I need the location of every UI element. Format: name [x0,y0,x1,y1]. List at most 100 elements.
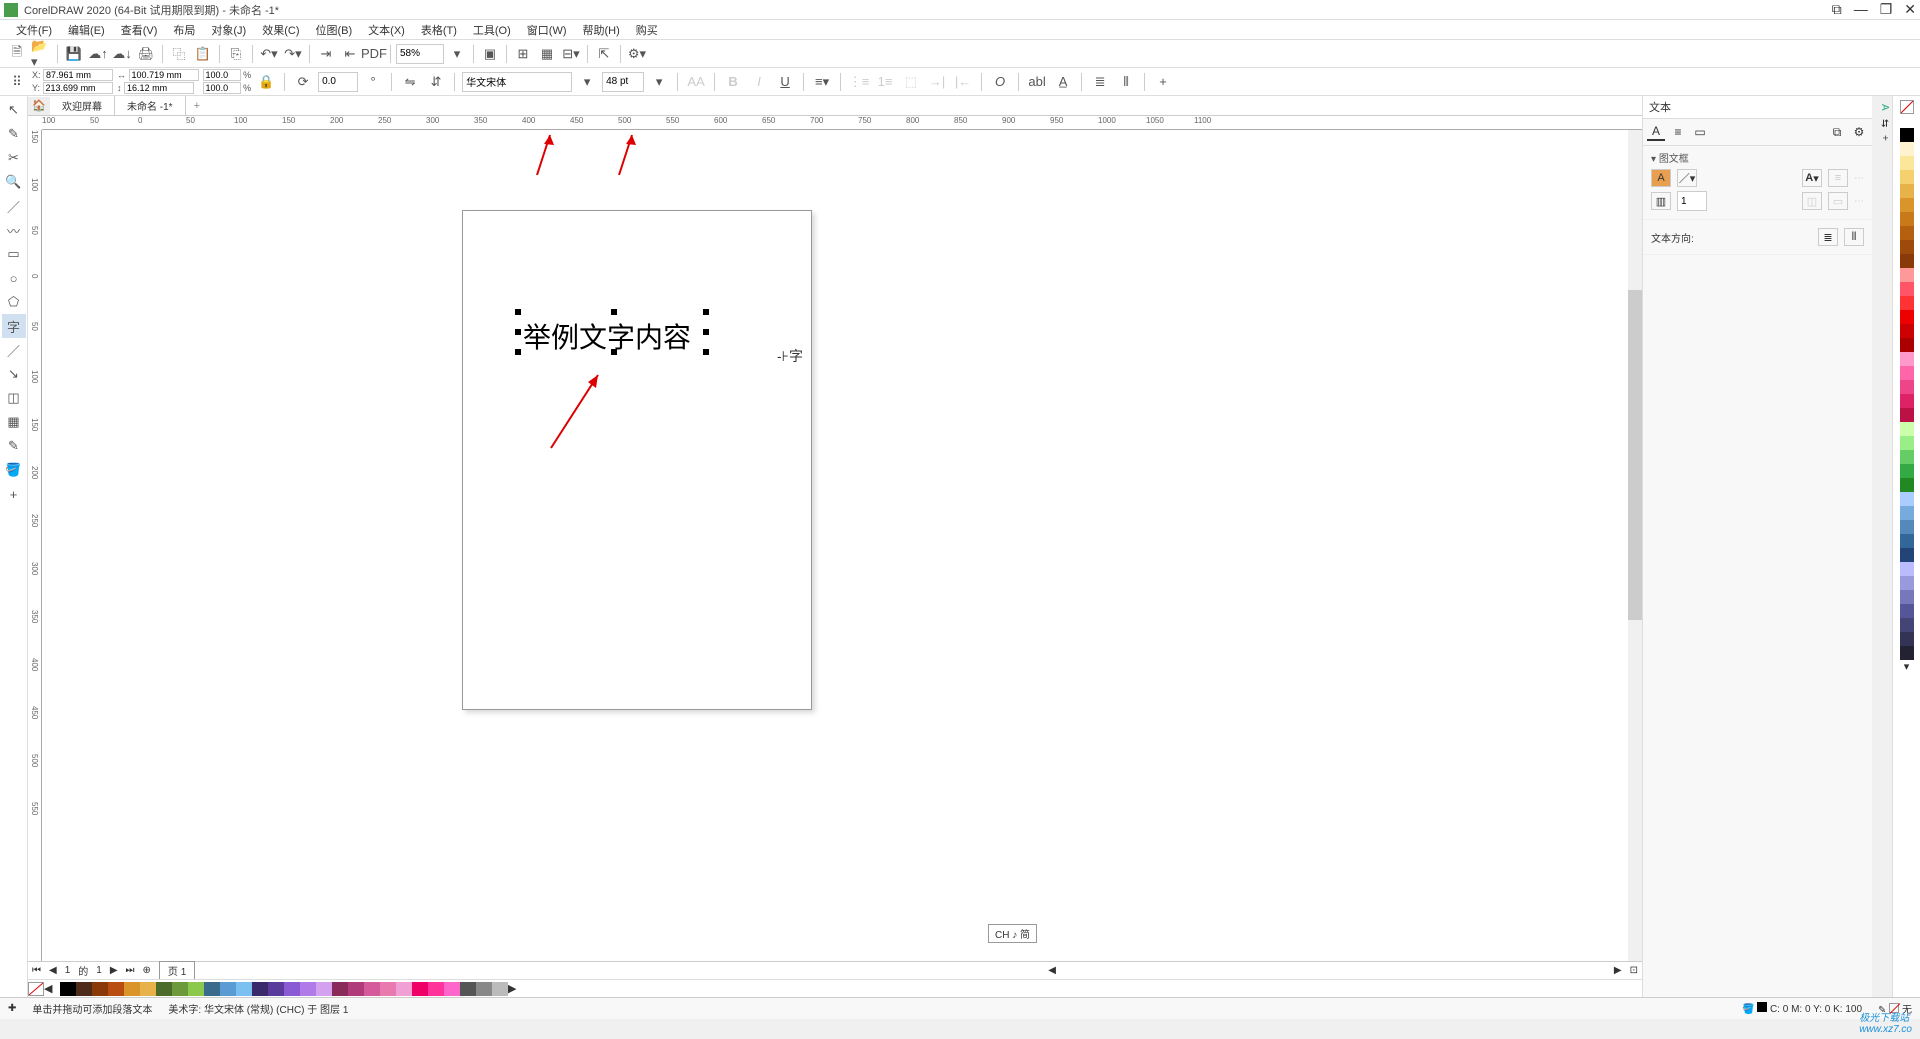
snap-icon[interactable]: ⊞ [512,43,534,65]
sel-handle-bm[interactable] [611,349,617,355]
palette-swatch[interactable] [1900,520,1914,534]
fullscreen-icon[interactable]: ▣ [479,43,501,65]
import-icon[interactable]: ⇥ [315,43,337,65]
shape-tool-icon[interactable]: ✎ [2,122,26,146]
font-size-input[interactable] [602,72,644,92]
guides-icon[interactable]: ⊟▾ [560,43,582,65]
palette-swatch[interactable] [1900,338,1914,352]
mirror-v-icon[interactable]: ⇵ [425,71,447,93]
colorbar-swatch[interactable] [476,982,492,996]
scrollbar-vertical[interactable] [1628,130,1642,961]
frame-align-icon[interactable]: ≡ [1828,169,1848,187]
menu-help[interactable]: 帮助(H) [575,22,628,38]
palette-swatch[interactable] [1900,576,1914,590]
zoom-dropdown-icon[interactable]: ▾ [446,43,468,65]
colorbar-swatch[interactable] [236,982,252,996]
menu-buy[interactable]: 购买 [628,22,666,38]
colorbar-swatch[interactable] [300,982,316,996]
colorbar-swatch[interactable] [252,982,268,996]
palette-nav-right-icon[interactable]: ▶ [508,982,524,996]
palette-swatch[interactable] [1900,464,1914,478]
menu-file[interactable]: 文件(F) [8,22,60,38]
italic-icon[interactable]: I [748,71,770,93]
palette-swatch[interactable] [1900,394,1914,408]
new-icon[interactable]: 🗎 [6,43,28,65]
sel-handle-mr[interactable] [703,329,709,335]
hscroll-left-icon[interactable]: ◀ [1044,965,1060,976]
frame-fill-swatch-icon[interactable]: A [1651,169,1671,187]
cloud-up-icon[interactable]: ☁↑ [87,43,109,65]
palette-swatch[interactable] [1900,114,1914,128]
scale-y-input[interactable] [203,82,241,94]
panel-tab-char-icon[interactable]: A [1647,123,1665,141]
plus-tool-icon[interactable]: + [2,482,26,506]
colorbar-swatch[interactable] [316,982,332,996]
palette-swatch[interactable] [1900,380,1914,394]
zoom-input[interactable] [396,44,444,64]
palette-swatch[interactable] [1900,282,1914,296]
palette-swatch[interactable] [1900,352,1914,366]
sel-handle-ml[interactable] [515,329,521,335]
abl-icon[interactable]: abl [1026,71,1048,93]
palette-swatch[interactable] [1900,324,1914,338]
font-dropdown-icon[interactable]: ▾ [576,71,598,93]
align-icon[interactable]: ≡▾ [811,71,833,93]
colorbar-swatch[interactable] [76,982,92,996]
palette-down-icon[interactable]: ▾ [1900,660,1914,674]
scrollbar-thumb[interactable] [1628,290,1642,620]
dropcap-icon[interactable]: ⬚ [900,71,922,93]
direction-ttb-icon[interactable]: ⦀ [1844,228,1864,246]
palette-swatch[interactable] [1900,422,1914,436]
indent-dec-icon[interactable]: |← [952,71,974,93]
palette-swatch[interactable] [1900,240,1914,254]
sample-text-object[interactable]: 举例文字内容 [523,316,691,356]
fill-tool-icon[interactable]: 🪣 [2,458,26,482]
colorbar-swatch[interactable] [188,982,204,996]
menu-window[interactable]: 窗口(W) [519,22,575,38]
menu-object[interactable]: 对象(J) [203,22,254,38]
hscroll-right-icon[interactable]: ▶ [1610,965,1626,976]
column-opt-icon[interactable]: ▭ [1828,192,1848,210]
pick-tool-icon[interactable]: ↖ [2,98,26,122]
palette-swatch[interactable] [1900,548,1914,562]
page-first-icon[interactable]: ⏮ [28,965,45,976]
colorbar-swatch[interactable] [284,982,300,996]
zoom-tool-icon[interactable]: 🔍 [2,170,26,194]
palette-swatch[interactable] [1900,268,1914,282]
colorbar-swatch[interactable] [380,982,396,996]
palette-swatch[interactable] [1900,254,1914,268]
tab-document[interactable]: 未命名 -1* [115,96,186,115]
colorbar-swatch[interactable] [92,982,108,996]
colorbar-swatch[interactable] [444,982,460,996]
size-dropdown-icon[interactable]: ▾ [648,71,670,93]
page-next-icon[interactable]: ▶ [106,965,122,976]
ruler-vertical[interactable]: 1501005005010015020025030035040045050055… [28,130,42,961]
scale-x-input[interactable] [203,69,241,81]
palette-swatch[interactable] [1900,128,1914,142]
transparency-tool-icon[interactable]: ▦ [2,410,26,434]
undo-icon[interactable]: ↶▾ [258,43,280,65]
curve-tool-icon[interactable]: 〰 [2,218,26,242]
page-last-icon[interactable]: ⏭ [122,965,139,976]
colorbar-swatch[interactable] [348,982,364,996]
palette-swatch[interactable] [1900,450,1914,464]
bullets-icon[interactable]: ⋮≡ [848,71,870,93]
columns-input[interactable] [1677,191,1707,211]
underline-icon[interactable]: U [774,71,796,93]
maximize-icon[interactable]: ❐ [1880,1,1893,18]
menu-text[interactable]: 文本(X) [360,22,413,38]
close-icon[interactable]: ✕ [1904,1,1916,18]
colorbar-swatch[interactable] [460,982,476,996]
tab-add-icon[interactable]: + [186,98,208,114]
palette-swatch[interactable] [1900,212,1914,226]
lock-ratio-icon[interactable]: 🔒 [255,71,277,93]
pattern-icon[interactable]: ⠿ [6,71,28,93]
rectangle-tool-icon[interactable]: ▭ [2,242,26,266]
open-icon[interactable]: 📂▾ [30,43,52,65]
canvas-area[interactable]: 1005005010015020025030035040045050055060… [28,116,1642,961]
polygon-tool-icon[interactable]: ⬠ [2,290,26,314]
sel-handle-tr[interactable] [703,309,709,315]
nav-indicator-icon[interactable]: ⊡ [1626,965,1642,976]
freehand-tool-icon[interactable]: ／ [2,194,26,218]
palette-swatch[interactable] [1900,408,1914,422]
